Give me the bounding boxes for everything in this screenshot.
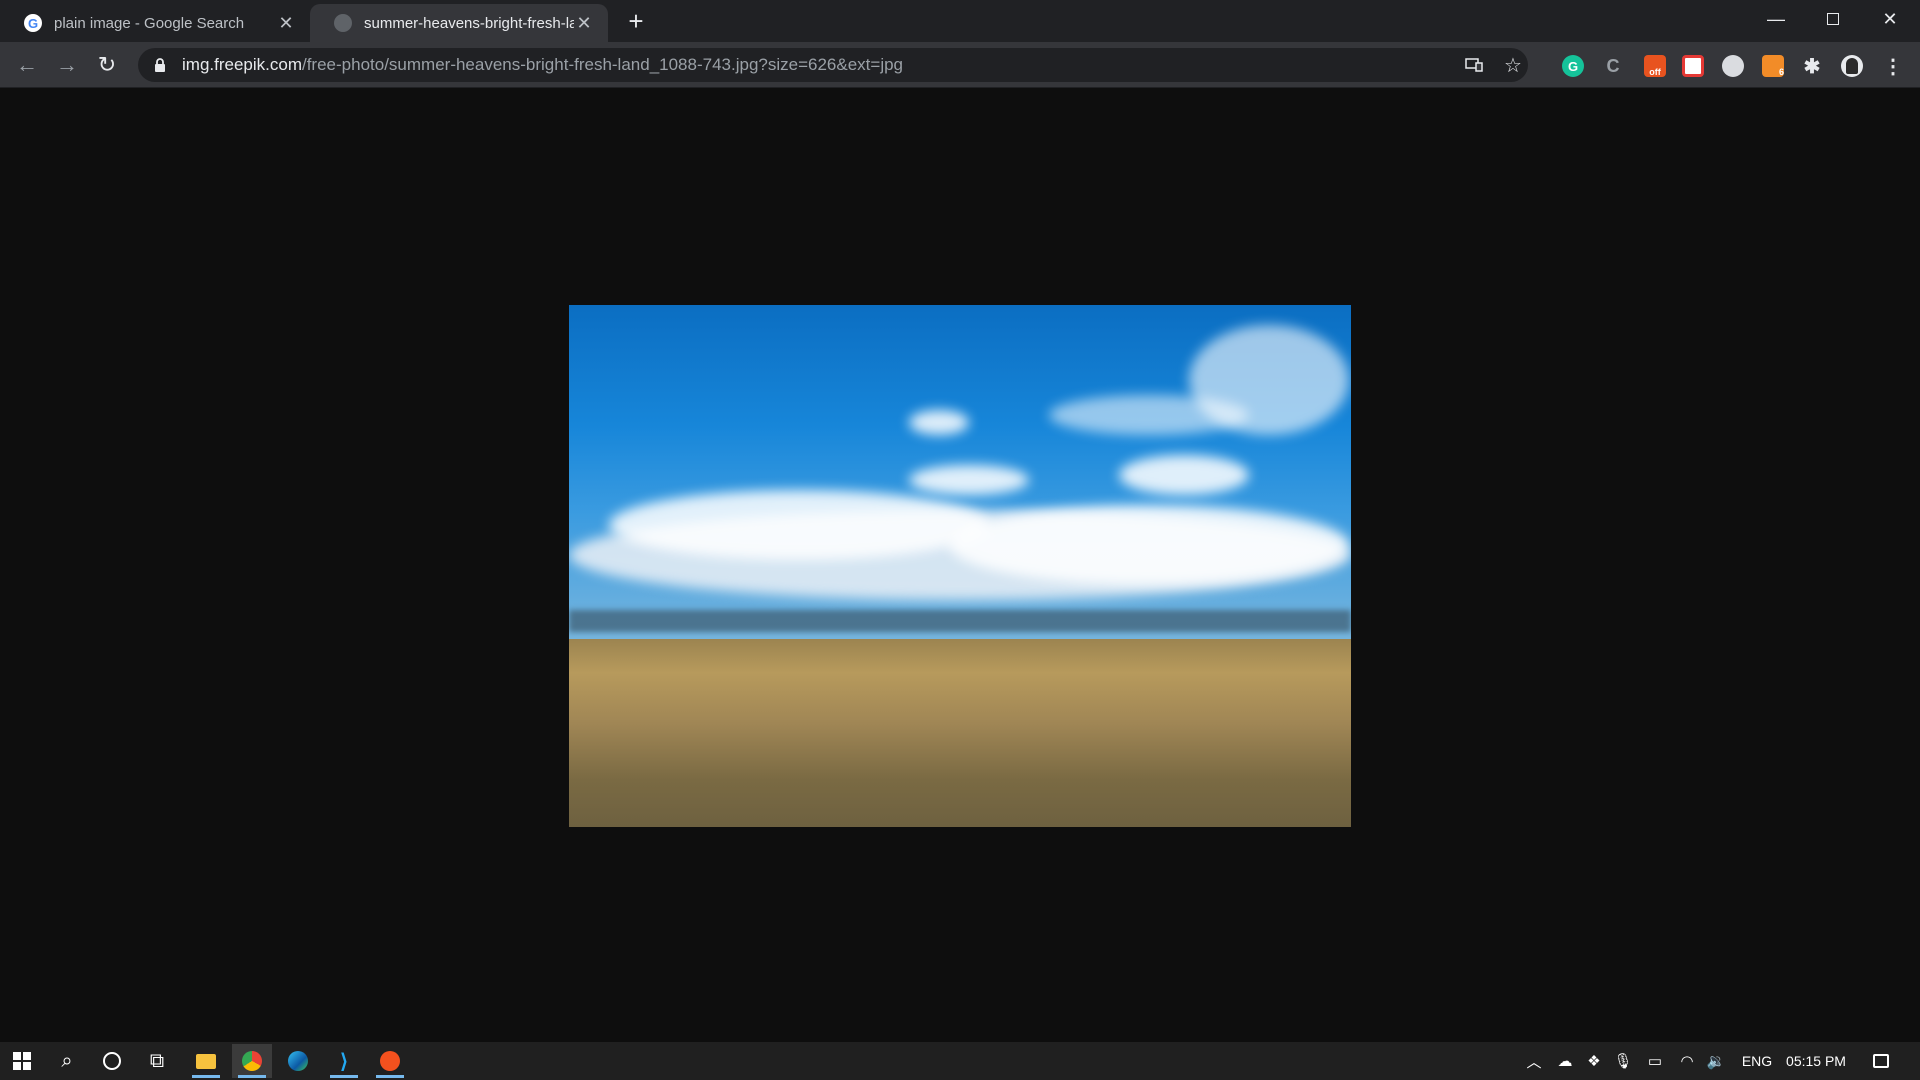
- clock[interactable]: 05:15 PM: [1784, 1042, 1848, 1080]
- lock-icon: [152, 56, 168, 74]
- back-button[interactable]: ←: [11, 49, 43, 81]
- forward-button[interactable]: →: [51, 49, 83, 81]
- browser-toolbar: ← → ↻ img.freepik.com/free-photo/summer-…: [0, 42, 1920, 88]
- cast-icon[interactable]: [1464, 55, 1484, 75]
- folder-icon: [196, 1053, 216, 1069]
- landscape-image[interactable]: [569, 305, 1351, 827]
- distant-hills: [569, 610, 1351, 632]
- bookmark-star-icon[interactable]: ☆: [1503, 55, 1523, 77]
- show-hidden-icons-button[interactable]: ︿: [1524, 1042, 1544, 1080]
- notification-icon: [1873, 1054, 1889, 1068]
- chrome-icon: [242, 1051, 262, 1071]
- task-view-icon: ⧉: [149, 1049, 165, 1072]
- record-extension-icon[interactable]: [1722, 55, 1744, 77]
- wifi-icon[interactable]: ◠: [1676, 1042, 1698, 1080]
- hands-extension-icon[interactable]: 6: [1762, 55, 1784, 77]
- url-text: img.freepik.com/free-photo/summer-heaven…: [182, 55, 903, 75]
- task-view-button[interactable]: ⧉: [137, 1044, 177, 1078]
- menu-kebab-icon[interactable]: ⋮: [1882, 55, 1904, 78]
- close-tab-icon[interactable]: ✕: [574, 13, 594, 33]
- windows-logo-icon: [13, 1052, 31, 1070]
- reload-icon: ↻: [97, 52, 117, 77]
- file-explorer-button[interactable]: [186, 1044, 226, 1078]
- microphone-icon[interactable]: 🎙: [1613, 1042, 1632, 1080]
- language-indicator[interactable]: ENG: [1736, 1042, 1778, 1080]
- battery-icon[interactable]: ▭: [1644, 1042, 1666, 1080]
- save-extension-icon[interactable]: [1682, 55, 1704, 77]
- image-grassland: [569, 639, 1351, 827]
- dropbox-icon[interactable]: ❖: [1584, 1042, 1604, 1080]
- vscode-button[interactable]: ⟩: [324, 1044, 364, 1078]
- close-tab-icon[interactable]: ✕: [276, 13, 296, 33]
- close-window-button[interactable]: ✕: [1862, 0, 1918, 38]
- puzzle-extensions-icon[interactable]: ✱: [1801, 55, 1823, 78]
- reload-button[interactable]: ↻: [91, 49, 123, 81]
- orange-app-icon: [380, 1051, 400, 1071]
- minimize-icon: —: [1767, 8, 1785, 29]
- cloud: [1119, 455, 1249, 495]
- tab-freepik-image[interactable]: summer-heavens-bright-fresh-land_1088-74…: [310, 4, 608, 42]
- c-extension-icon[interactable]: C: [1602, 55, 1624, 77]
- windows-taskbar: ⌕ ⧉ ⟩ ︿ ☁ ❖ 🎙 ▭ ◠ 🔉 ENG 05:15 PM: [0, 1042, 1920, 1080]
- vscode-icon: ⟩: [340, 1050, 348, 1073]
- onedrive-icon[interactable]: ☁: [1554, 1042, 1576, 1080]
- restore-icon: [1827, 13, 1839, 25]
- globe-icon: [334, 14, 352, 32]
- search-button[interactable]: ⌕: [47, 1044, 87, 1078]
- profile-avatar-icon: [1846, 58, 1858, 74]
- cortana-button[interactable]: [92, 1044, 132, 1078]
- tab-title: summer-heavens-bright-fresh-land_1088-74…: [364, 14, 574, 32]
- chrome-button[interactable]: [232, 1044, 272, 1078]
- cloud: [949, 505, 1349, 585]
- tab-google-search[interactable]: G plain image - Google Search ✕: [0, 4, 310, 42]
- start-button[interactable]: [2, 1044, 42, 1078]
- close-icon: ✕: [1882, 8, 1898, 29]
- google-g-icon: G: [24, 14, 42, 32]
- chevron-up-icon: ︿: [1526, 1053, 1542, 1071]
- new-tab-button[interactable]: +: [622, 6, 650, 36]
- search-icon: ⌕: [61, 1049, 73, 1072]
- volume-icon[interactable]: 🔉: [1704, 1042, 1728, 1080]
- minimize-button[interactable]: —: [1748, 0, 1804, 38]
- cloud: [909, 465, 1029, 495]
- restore-button[interactable]: [1805, 0, 1861, 38]
- url-host: img.freepik.com: [182, 55, 302, 74]
- address-bar[interactable]: img.freepik.com/free-photo/summer-heaven…: [138, 48, 1528, 82]
- cloud: [609, 490, 989, 560]
- action-center-button[interactable]: [1866, 1042, 1896, 1080]
- edge-button[interactable]: [278, 1044, 318, 1078]
- cortana-circle-icon: [103, 1052, 121, 1070]
- app-button[interactable]: [370, 1044, 410, 1078]
- arrow-left-icon: ←: [16, 52, 38, 77]
- edge-icon: [288, 1051, 308, 1071]
- url-path: /free-photo/summer-heavens-bright-fresh-…: [301, 55, 904, 74]
- tab-title: plain image - Google Search: [54, 14, 245, 32]
- page-content: [0, 88, 1920, 1042]
- avatar[interactable]: [1841, 55, 1863, 77]
- cloud: [909, 410, 969, 435]
- grammarly-icon[interactable]: G: [1562, 55, 1584, 77]
- deal-extension-icon[interactable]: off: [1644, 55, 1666, 77]
- arrow-right-icon: →: [56, 52, 78, 77]
- tab-strip: G plain image - Google Search ✕ summer-h…: [0, 0, 1920, 42]
- cloud: [1049, 395, 1249, 435]
